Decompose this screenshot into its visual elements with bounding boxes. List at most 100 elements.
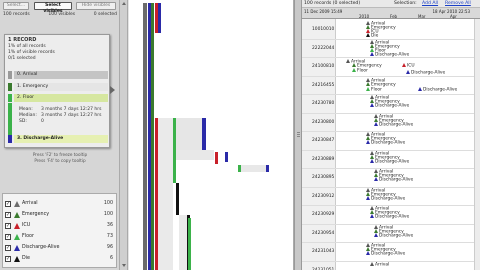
- timeline-event[interactable]: Discharge-Alive: [370, 158, 409, 164]
- event-label: Floor: [371, 87, 382, 92]
- legend-label: Die: [22, 256, 30, 261]
- record-id[interactable]: 24230847: [312, 138, 334, 143]
- grip-icon[interactable]: [297, 132, 300, 133]
- legend-row-discharge-alive[interactable]: ✓ Discharge-Alive 96: [5, 244, 115, 252]
- aggregate-flow-view[interactable]: [129, 0, 294, 270]
- row-divider: [302, 205, 480, 206]
- month-tick: Apr: [450, 14, 457, 19]
- timeline-event[interactable]: Discharge-Alive: [370, 51, 409, 57]
- triangle-icon: [14, 256, 20, 262]
- stat-sd-label: SD:: [19, 119, 27, 124]
- bar-discharge-top[interactable]: [158, 3, 161, 33]
- timeline-event[interactable]: Discharge-Alive: [374, 121, 413, 127]
- legend-row-floor[interactable]: ✓ Floor 73: [5, 233, 115, 241]
- event-triangle-icon: [370, 214, 374, 218]
- bar-floor-lower[interactable]: [188, 218, 191, 270]
- timeline-header: 100 records (0 selected) Selection: Add …: [302, 0, 480, 8]
- legend-row-arrival[interactable]: ✓ Arrival 100: [5, 200, 115, 208]
- timeline-event[interactable]: Discharge-Alive: [370, 214, 409, 220]
- event-label: Discharge-Alive: [375, 103, 410, 109]
- bar-emergency[interactable]: [151, 3, 154, 270]
- event-label: Discharge-Alive: [423, 87, 458, 92]
- event-triangle-icon: [370, 51, 374, 56]
- record-id[interactable]: 24230912: [312, 194, 334, 199]
- stat-median-value: 3 months 7 days 12:27 hrs: [41, 113, 102, 118]
- bar-discharge-alive[interactable]: [202, 118, 206, 150]
- event-triangle-icon: [406, 70, 410, 74]
- checkbox-checked-icon[interactable]: ✓: [5, 212, 11, 218]
- legend-count: 100: [103, 201, 113, 206]
- bar-arrival[interactable]: [143, 3, 147, 270]
- event-triangle-icon: [370, 261, 374, 266]
- event-color-arrival: [8, 71, 12, 79]
- record-id[interactable]: 22222044: [312, 46, 334, 51]
- record-id[interactable]: 24230895: [312, 175, 334, 180]
- panel-splitter[interactable]: [294, 0, 302, 270]
- event-label: Discharge-Alive: [379, 233, 414, 238]
- record-id[interactable]: 24230800: [312, 120, 334, 125]
- record-id[interactable]: 24230889: [312, 157, 334, 162]
- record-id[interactable]: 24230780: [312, 101, 334, 106]
- visibles-count: 100 visibles: [48, 12, 76, 17]
- legend-row-icu[interactable]: ✓ ICU 36: [5, 222, 115, 230]
- select-visibles-button[interactable]: Select visibles: [34, 2, 72, 14]
- scroll-gutter[interactable]: [120, 0, 128, 270]
- add-all-link[interactable]: Add All: [422, 0, 438, 7]
- bar-discharge-end[interactable]: [266, 165, 269, 172]
- timeline-event[interactable]: ICU: [402, 63, 415, 69]
- checkbox-checked-icon[interactable]: ✓: [5, 234, 11, 240]
- checkbox-checked-icon[interactable]: ✓: [5, 201, 11, 207]
- event-triangle-icon: [374, 177, 378, 181]
- event-triangle-icon: [366, 81, 370, 86]
- timeline-event[interactable]: Arrival: [370, 261, 389, 267]
- stat-mean-label: Mean:: [19, 107, 33, 112]
- timeline-event[interactable]: Discharge-Alive: [374, 232, 414, 238]
- select-button[interactable]: Select...: [3, 2, 29, 10]
- bar-die[interactable]: [176, 183, 179, 215]
- record-id[interactable]: 10010010: [312, 27, 334, 32]
- timeline-event[interactable]: Discharge-Alive: [374, 177, 413, 183]
- timeline-scrollbar[interactable]: [474, 19, 480, 270]
- flow-band: [176, 118, 202, 150]
- record-id[interactable]: 24230929: [312, 212, 334, 217]
- grip-icon[interactable]: [297, 134, 300, 135]
- checkbox-checked-icon[interactable]: ✓: [5, 223, 11, 229]
- month-tick: Mar: [418, 14, 426, 19]
- stat-sd-value: 0: [41, 119, 44, 124]
- hide-visibles-button[interactable]: Hide visibles: [76, 2, 116, 10]
- timeline-event[interactable]: Discharge-Alive: [418, 86, 458, 92]
- event-triangle-icon: [352, 63, 356, 67]
- timeline-event[interactable]: Floor: [366, 86, 382, 92]
- legend-label: Floor: [22, 234, 34, 239]
- timeline-event[interactable]: Die: [366, 33, 378, 39]
- record-id[interactable]: 24230954: [312, 231, 334, 236]
- row-divider: [302, 57, 480, 58]
- event-triangle-icon: [374, 121, 378, 126]
- scroll-down-icon[interactable]: [122, 264, 126, 267]
- scroll-up-icon[interactable]: [122, 2, 126, 5]
- event-arrival: 0. Arrival: [14, 71, 108, 79]
- legend-row-die[interactable]: ✓ Die 6: [5, 255, 115, 263]
- record-id[interactable]: 24216455: [312, 83, 334, 88]
- record-id[interactable]: 24231043: [312, 249, 334, 254]
- freeze-hint: Press 'F2' to freeze tooltip: [32, 152, 88, 157]
- grip-icon[interactable]: [297, 136, 300, 137]
- timeline-event[interactable]: Discharge-Alive: [366, 251, 405, 257]
- record-id[interactable]: 24100810: [312, 64, 334, 69]
- row-divider: [302, 94, 480, 95]
- timeline-event[interactable]: Discharge-Alive: [366, 195, 405, 201]
- timeline-event[interactable]: Discharge-Alive: [366, 140, 405, 146]
- checkbox-checked-icon[interactable]: ✓: [5, 256, 11, 262]
- checkbox-checked-icon[interactable]: ✓: [5, 245, 11, 251]
- bar-icu-late[interactable]: [215, 152, 218, 164]
- event-floor: 2. Floor: [14, 94, 108, 102]
- timeline-event[interactable]: Discharge-Alive: [406, 70, 445, 76]
- timeline-event[interactable]: Discharge-Alive: [370, 103, 409, 109]
- bar-discharge-late[interactable]: [225, 152, 228, 162]
- legend-row-emergency[interactable]: ✓ Emergency 100: [5, 211, 115, 219]
- copy-hint: Press 'F4' to copy tooltip: [34, 158, 86, 163]
- remove-all-link[interactable]: Remove All: [445, 0, 471, 7]
- record-tooltip: 1 RECORD 1% of all records 1% of visible…: [4, 34, 110, 148]
- event-triangle-icon: [366, 140, 370, 144]
- timeline-event[interactable]: Floor: [352, 68, 368, 74]
